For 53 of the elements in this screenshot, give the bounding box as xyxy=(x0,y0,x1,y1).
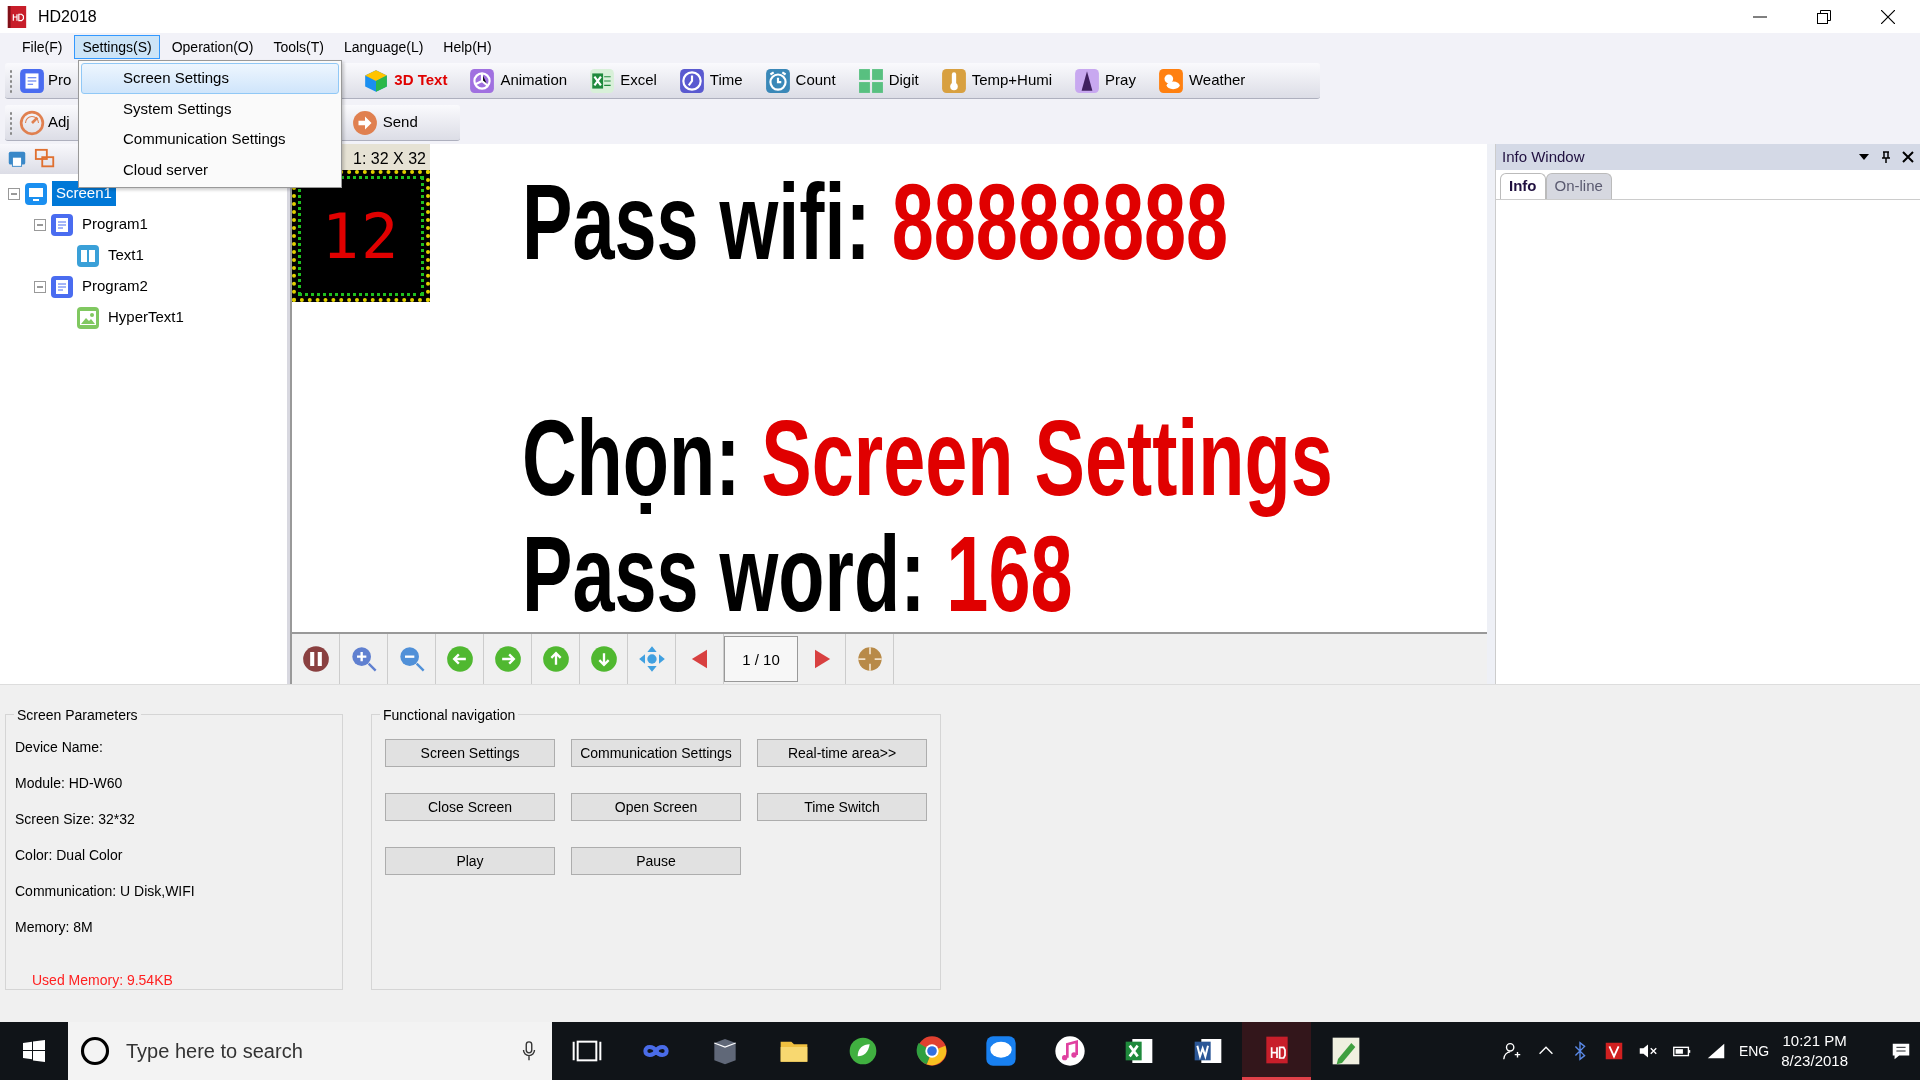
menu-item[interactable]: Language(L) xyxy=(335,34,432,59)
menu-item[interactable]: System Settings xyxy=(81,93,339,124)
action-button[interactable]: Real-time area>> xyxy=(757,739,927,767)
menu-item[interactable]: File(F) xyxy=(14,34,71,59)
tab[interactable]: Info xyxy=(1500,173,1546,199)
toolbar-button[interactable]: Time xyxy=(674,67,747,94)
action-button[interactable]: Close Screen xyxy=(385,793,555,821)
overlay-caption: Chọn: Screen Settings xyxy=(522,400,1333,516)
toolbar-button[interactable]: Weather xyxy=(1153,67,1250,94)
menu-item[interactable]: Settings(S) xyxy=(74,34,160,59)
tab[interactable]: On-line xyxy=(1545,173,1612,199)
action-button[interactable]: Pause xyxy=(571,847,741,875)
parameter-text: Screen Size: 32*32 xyxy=(15,810,136,829)
search-box[interactable]: Type here to search xyxy=(68,1022,552,1080)
tree-item[interactable]: Program2 xyxy=(78,274,152,299)
action-button[interactable]: Communication Settings xyxy=(571,739,741,767)
language-indicator[interactable]: ENG xyxy=(1738,1040,1770,1062)
action-button[interactable]: Time Switch xyxy=(757,793,927,821)
action-button[interactable]: Play xyxy=(385,847,555,875)
parameter-text: Communication: U Disk,WIFI xyxy=(15,882,196,901)
menu-item[interactable]: Help(H) xyxy=(435,34,500,59)
search-field[interactable]: Type here to search xyxy=(124,1035,504,1067)
tree-item[interactable]: Program1 xyxy=(78,212,152,237)
clock-time: 10:21 PM xyxy=(1781,1031,1848,1051)
parameter-text: Color: Dual Color xyxy=(15,846,124,865)
panel-title: Info Window xyxy=(1502,146,1585,167)
toolbar-button[interactable]: Count xyxy=(760,67,840,94)
clock-date: 8/23/2018 xyxy=(1781,1051,1848,1071)
tree-item[interactable]: HyperText1 xyxy=(104,305,188,330)
parameter-text: Device Name: xyxy=(15,738,104,757)
action-button[interactable]: Open Screen xyxy=(571,793,741,821)
toolbar-button[interactable]: 3D Text xyxy=(359,67,452,94)
toolbar-button[interactable]: Adj xyxy=(19,109,74,136)
menu-item[interactable]: Operation(O) xyxy=(163,34,262,59)
overlay-caption: Pass word: 168 xyxy=(522,516,1073,632)
overlay-caption: Pass wifi: 88888888 xyxy=(522,164,1229,280)
toolbar-button[interactable]: Send xyxy=(347,109,422,136)
menu-item[interactable]: Screen Settings xyxy=(81,63,339,94)
action-button[interactable]: Screen Settings xyxy=(385,739,555,767)
parameter-text: Memory: 8M xyxy=(15,918,94,937)
toolbar-button[interactable]: Excel xyxy=(585,67,661,94)
toolbar-button[interactable]: Pray xyxy=(1070,67,1140,94)
led-display: 12 xyxy=(292,170,430,302)
toolbar-button[interactable]: Temp+Humi xyxy=(936,67,1057,94)
tree-item[interactable]: Text1 xyxy=(104,243,148,268)
page-field[interactable]: 1 / 10 xyxy=(724,636,798,682)
toolbar-button[interactable]: Animation xyxy=(465,67,572,94)
toolbar-button[interactable]: Pro xyxy=(19,67,76,94)
parameter-text: Used Memory: 9.54KB xyxy=(31,971,174,990)
parameter-text: Module: HD-W60 xyxy=(15,774,124,793)
window-title: HD2018 xyxy=(38,6,97,27)
menu-item[interactable]: Tools(T) xyxy=(265,34,332,59)
toolbar-button[interactable]: Digit xyxy=(853,67,923,94)
